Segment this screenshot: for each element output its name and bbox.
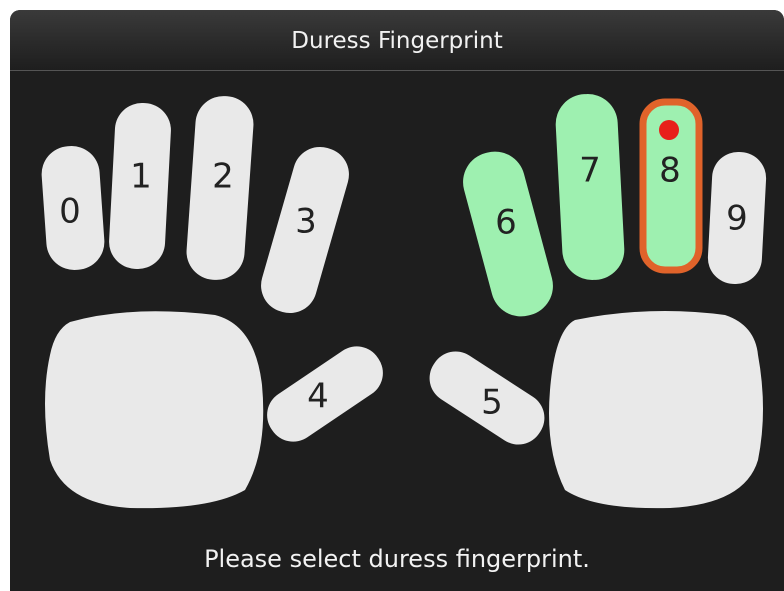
finger-6-label: 6: [495, 203, 517, 243]
finger-5-label: 5: [481, 383, 503, 423]
finger-9[interactable]: 9: [707, 151, 768, 286]
hands-diagram: 0 1 2 3 4 5 6 7 8 9: [40, 93, 768, 509]
finger-3[interactable]: 3: [255, 141, 356, 320]
finger-0[interactable]: 0: [40, 144, 107, 272]
finger-7[interactable]: 7: [554, 93, 626, 282]
selected-marker-icon: [659, 120, 679, 140]
right-palm: [549, 311, 763, 509]
finger-4[interactable]: 4: [257, 337, 392, 452]
instruction-text: Please select duress fingerprint.: [204, 545, 590, 573]
finger-5[interactable]: 5: [420, 342, 554, 454]
finger-8[interactable]: 8: [639, 98, 703, 274]
finger-0-label: 0: [59, 192, 81, 232]
finger-6[interactable]: 6: [456, 145, 559, 323]
finger-1[interactable]: 1: [108, 102, 173, 271]
finger-2[interactable]: 2: [185, 94, 256, 282]
finger-7-label: 7: [579, 151, 601, 191]
finger-4-label: 4: [307, 377, 329, 417]
finger-2-label: 2: [212, 157, 234, 197]
finger-9-label: 9: [726, 199, 748, 239]
left-palm: [45, 311, 264, 509]
duress-fingerprint-screen: Duress Fingerprint 0 1 2 3 4 5 6 7 8 9 P…: [10, 10, 784, 591]
finger-8-label: 8: [659, 151, 681, 191]
finger-3-label: 3: [295, 202, 317, 242]
finger-1-label: 1: [130, 157, 152, 197]
